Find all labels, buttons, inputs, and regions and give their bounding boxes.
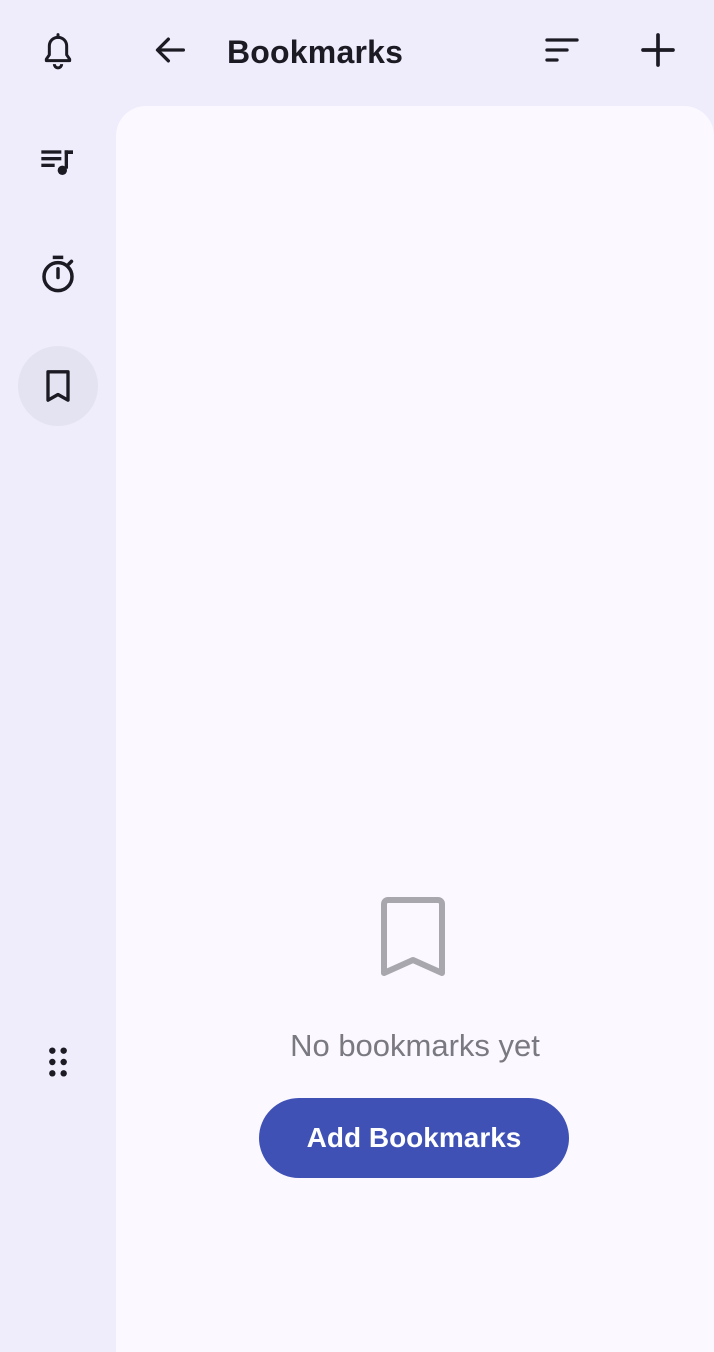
rail-item-bookmarks[interactable]: [18, 346, 98, 426]
bookmarks-list-panel: No bookmarks yet Add Bookmarks: [116, 106, 714, 1352]
arrow-back-icon: [155, 37, 185, 63]
navigation-rail: [0, 0, 116, 1352]
bell-icon: [44, 33, 72, 70]
rail-item-playlist[interactable]: [18, 122, 98, 202]
rail-more-handle[interactable]: [18, 1022, 98, 1102]
timer-icon: [42, 255, 74, 293]
playlist-music-icon: [41, 150, 73, 175]
add-button[interactable]: [630, 22, 686, 78]
add-bookmarks-button[interactable]: Add Bookmarks: [259, 1098, 569, 1178]
page-title: Bookmarks: [227, 34, 404, 70]
bookmark-icon: [46, 370, 70, 402]
back-button[interactable]: [142, 22, 198, 78]
sort-icon: [545, 38, 579, 62]
empty-state-message: No bookmarks yet: [290, 1028, 540, 1063]
rail-item-alarms[interactable]: [18, 12, 98, 92]
sort-button[interactable]: [534, 22, 590, 78]
rail-item-timer[interactable]: [18, 234, 98, 314]
drag-dots-icon: [49, 1047, 67, 1077]
plus-icon: [641, 33, 675, 67]
bookmark-outline-icon: [381, 897, 445, 976]
